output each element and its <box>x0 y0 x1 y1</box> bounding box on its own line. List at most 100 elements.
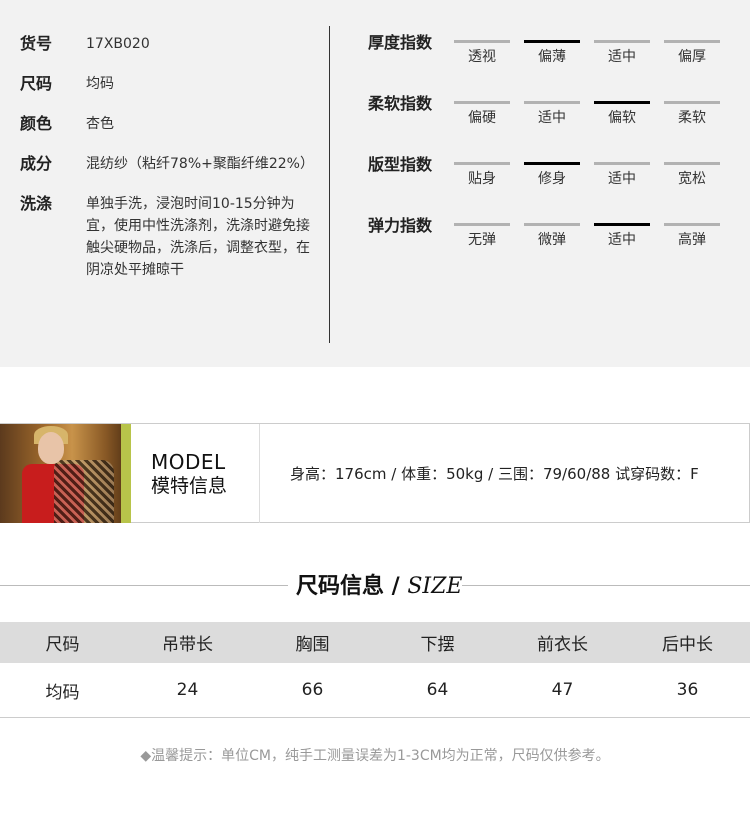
spec-label: 颜色 <box>20 114 53 133</box>
spec-value: 混纺纱（粘纤78%+聚酯纤维22%） <box>86 156 314 172</box>
scale-option: 透视 <box>454 40 510 66</box>
scale-bar <box>664 40 720 43</box>
heading-rule-right <box>462 585 750 586</box>
scale-option: 适中 <box>594 223 650 249</box>
scale-bar <box>524 101 580 104</box>
spec-value: 17XB020 <box>86 36 150 52</box>
scale-option: 适中 <box>524 101 580 127</box>
size-title: 尺码信息 / SIZE <box>296 571 462 602</box>
scale-bar <box>664 101 720 104</box>
table-cell: 均码 <box>45 682 80 703</box>
scale-option-label: 无弹 <box>468 232 496 248</box>
scale-option: 柔软 <box>664 101 720 127</box>
spec-value: 杏色 <box>86 116 114 132</box>
scale-bar <box>454 40 510 43</box>
size-tip: ◆温馨提示：单位CM，纯手工测量误差为1-3CM均为正常，尺码仅供参考。 <box>0 745 750 767</box>
scale-title: 厚度指数 <box>368 33 433 52</box>
tip-text: 温馨提示：单位CM，纯手工测量误差为1-3CM均为正常，尺码仅供参考。 <box>151 748 610 764</box>
scale-option: 适中 <box>594 162 650 188</box>
spec-row: 洗涤 单独手洗，浸泡时间10-15分钟为宜，使用中性洗涤剂，洗涤时避免接触尖硬物品… <box>20 193 320 281</box>
scale-bar <box>524 223 580 226</box>
scale-option: 修身 <box>524 162 580 188</box>
model-info-bar: MODEL 模特信息 身高：176cm / 体重：50kg / 三围：79/60… <box>0 423 750 523</box>
size-heading: 尺码信息 / SIZE <box>0 571 750 601</box>
index-scale: 版型指数 贴身 修身 适中 宽松 <box>368 154 738 215</box>
scale-option: 偏薄 <box>524 40 580 66</box>
size-column-header: 吊带长 <box>162 635 213 655</box>
scale-option-label: 适中 <box>608 232 636 248</box>
table-row: 均码 24 66 64 47 36 <box>0 663 750 718</box>
index-scale: 弹力指数无弹 微弹 适中 高弹 <box>368 215 738 276</box>
diamond-icon: ◆ <box>140 748 152 764</box>
scale-bar <box>594 40 650 43</box>
size-title-cn: 尺码信息 / <box>296 573 408 599</box>
spec-label: 货号 <box>20 34 53 53</box>
spec-row: 货号 17XB020 <box>20 33 320 55</box>
spec-list: 货号 17XB020 尺码 均码颜色 杏色成分 混纺纱（粘纤78%+聚酯纤维22%） 洗涤 单… <box>20 33 320 299</box>
scale-bar-selected <box>524 162 580 165</box>
index-scales: 厚度指数 透视 偏薄 适中 偏厚 柔软指数 偏硬 适中 偏软 柔软 版型指数 贴身 修身 适中 宽松 弹力指数… <box>368 32 738 276</box>
size-table: 尺码 吊带长 胸围 下摆 前衣长 后中长 均码 24 66 64 47 36 <box>0 622 750 718</box>
scale-bar <box>664 223 720 226</box>
scale-option-label: 偏厚 <box>678 49 706 65</box>
size-column-header: 下摆 <box>420 635 455 655</box>
model-title: MODEL 模特信息 <box>151 450 227 498</box>
heading-rule-left <box>0 585 288 586</box>
index-scale: 柔软指数偏硬 适中 偏软 柔软 <box>368 93 738 154</box>
scale-bar-selected <box>594 101 650 104</box>
table-cell: 36 <box>676 680 699 700</box>
scale-option-label: 微弹 <box>538 232 566 248</box>
scale-title: 柔软指数 <box>368 94 433 113</box>
table-cell: 24 <box>176 680 199 700</box>
scale-option-label: 柔软 <box>678 110 706 126</box>
size-table-header: 尺码 吊带长 胸围 下摆 前衣长 后中长 <box>0 622 750 663</box>
spec-label: 尺码 <box>20 74 53 93</box>
scale-bar <box>454 101 510 104</box>
size-column-header: 前衣长 <box>537 635 588 655</box>
size-table-body: 均码 24 66 64 47 36 <box>0 663 750 718</box>
scale-bar-selected <box>594 223 650 226</box>
spec-row: 尺码 均码 <box>20 73 320 95</box>
spec-divider <box>329 26 330 343</box>
table-cell: 64 <box>426 680 449 700</box>
scale-option-label: 偏薄 <box>538 49 566 65</box>
spec-label: 成分 <box>20 154 53 173</box>
scale-bar <box>454 162 510 165</box>
scale-option-label: 偏软 <box>608 110 636 126</box>
size-column-header: 胸围 <box>295 635 330 655</box>
scale-option-label: 适中 <box>538 110 566 126</box>
table-cell: 47 <box>551 680 574 700</box>
spec-value: 均码 <box>86 76 114 92</box>
scale-option-label: 高弹 <box>678 232 706 248</box>
scale-option-label: 贴身 <box>468 171 496 187</box>
scale-option: 偏厚 <box>664 40 720 66</box>
scale-option: 无弹 <box>454 223 510 249</box>
model-divider <box>259 424 260 523</box>
spec-label: 洗涤 <box>20 194 53 213</box>
scale-option: 微弹 <box>524 223 580 249</box>
spec-row: 颜色 杏色 <box>20 113 320 135</box>
scale-option-label: 偏硬 <box>468 110 496 126</box>
model-title-en: MODEL <box>151 450 226 474</box>
table-cell: 66 <box>301 680 324 700</box>
scale-bar <box>594 162 650 165</box>
scale-option: 贴身 <box>454 162 510 188</box>
scale-title: 版型指数 <box>368 155 433 174</box>
model-photo <box>0 424 131 523</box>
model-title-cn: 模特信息 <box>151 475 228 497</box>
spec-value: 单独手洗，浸泡时间10-15分钟为宜，使用中性洗涤剂，洗涤时避免接触尖硬物品，洗… <box>86 196 310 278</box>
scale-option: 高弹 <box>664 223 720 249</box>
model-measurements: 身高：176cm / 体重：50kg / 三围：79/60/88 试穿码数：F <box>290 465 699 483</box>
scale-option-label: 适中 <box>608 49 636 65</box>
scale-option: 适中 <box>594 40 650 66</box>
spec-row: 成分 混纺纱（粘纤78%+聚酯纤维22%） <box>20 153 320 175</box>
scale-bar <box>454 223 510 226</box>
scale-option-label: 修身 <box>538 171 566 187</box>
size-column-header: 后中长 <box>662 635 713 655</box>
scale-title: 弹力指数 <box>368 216 433 235</box>
scale-bar-selected <box>524 40 580 43</box>
spec-panel: 货号 17XB020 尺码 均码颜色 杏色成分 混纺纱（粘纤78%+聚酯纤维22%） 洗涤 单… <box>0 0 750 367</box>
scale-bar <box>664 162 720 165</box>
scale-option-label: 透视 <box>468 49 496 65</box>
scale-option: 偏硬 <box>454 101 510 127</box>
